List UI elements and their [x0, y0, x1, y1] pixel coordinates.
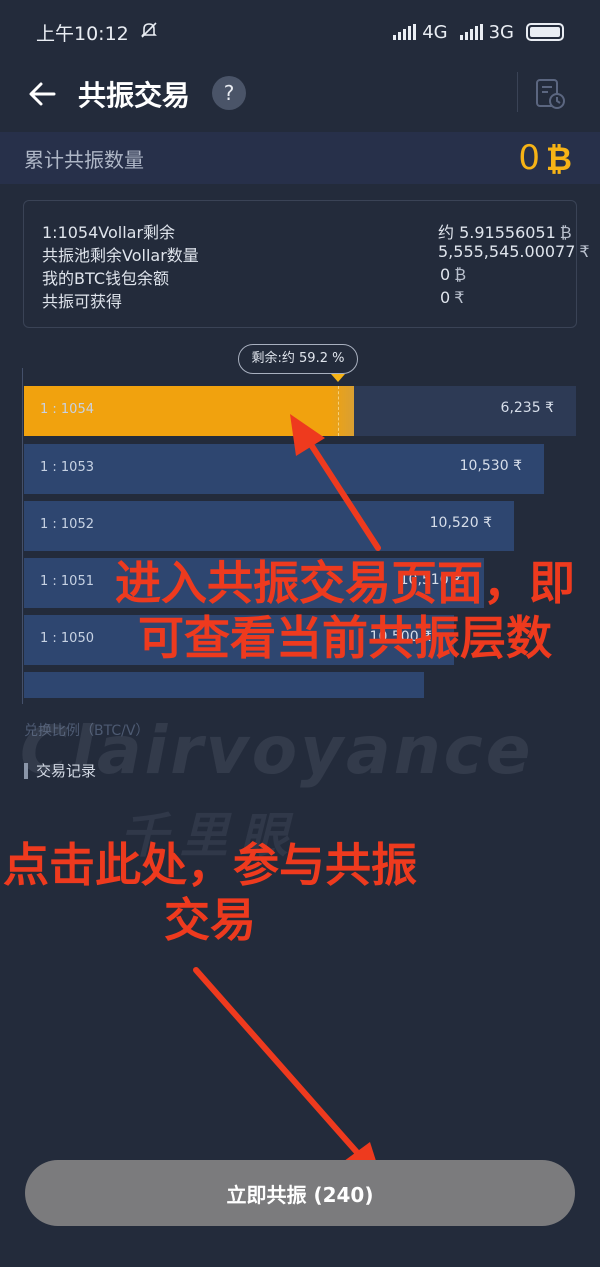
info-label: 共振池剩余Vollar数量: [42, 246, 199, 265]
mute-bell-icon: [139, 20, 159, 45]
vollar-icon: ₹: [545, 400, 554, 416]
level-bar[interactable]: 1 : 1052 10,520 ₹: [24, 501, 514, 551]
info-label: 共振可获得: [42, 292, 123, 311]
annotation-text: 进入共振交易页面，即可查看当前共振层数: [115, 556, 575, 666]
info-row: 共振可获得 0 ₹: [42, 288, 558, 311]
status-left: 上午10:12: [36, 19, 159, 46]
info-value: 0 ₹: [440, 288, 464, 307]
info-value: 5,555,545.00077 ₹: [438, 242, 590, 261]
remaining-pointer-icon: [331, 374, 345, 382]
chart-axis: [22, 368, 23, 704]
battery-icon: [526, 23, 564, 41]
level-bar-label: 1 : 1050: [40, 631, 94, 646]
resonate-now-button[interactable]: 立即共振 (240): [25, 1160, 575, 1226]
level-bar-value: 10,520 ₹: [430, 515, 492, 531]
back-arrow-icon[interactable]: [24, 76, 60, 112]
level-bar-label: 1 : 1052: [40, 517, 94, 532]
info-value: 约 5.91556051 ₿: [438, 219, 572, 243]
info-value: 0 ₿: [440, 265, 466, 285]
header-divider: [517, 72, 518, 112]
trade-records-label: 交易记录: [36, 762, 97, 780]
vollar-icon: ₹: [454, 288, 465, 307]
resonance-count-value: 0: [518, 138, 540, 178]
bitcoin-icon: ₿: [454, 265, 467, 284]
level-bar-label: 1 : 1051: [40, 574, 94, 589]
status-time: 上午10:12: [36, 22, 129, 45]
info-number: 5,555,545.00077: [438, 242, 576, 261]
info-number: 0: [440, 265, 451, 284]
status-bar: 上午10:12 4G 3G: [0, 0, 600, 64]
section-marker: [24, 762, 28, 779]
watermark-text: Clairvoyance: [20, 712, 534, 789]
level-bar-value: 10,530 ₹: [460, 458, 522, 474]
level-bar-label: 1 : 1054: [40, 402, 94, 417]
info-number: 约 5.91556051: [438, 223, 556, 242]
level-bar[interactable]: 1 : 1054 6,235 ₹: [24, 386, 576, 436]
signal-icon: [393, 24, 417, 40]
info-card: 1:1054Vollar剩余 约 5.91556051 ₿ 共振池剩余Vollar…: [23, 200, 590, 328]
info-row: 1:1054Vollar剩余 约 5.91556051 ₿: [42, 219, 572, 242]
status-right: 4G 3G: [393, 22, 564, 43]
remaining-pill: 剩余:约 59.2 %: [238, 344, 358, 374]
level-bar[interactable]: 1 : 1053 10,530 ₹: [24, 444, 544, 494]
annotation-text: 点击此处，参与共振交易: [3, 838, 417, 948]
level-bar-number: 6,235: [500, 400, 541, 416]
level-bar-fill-edge: [330, 386, 354, 436]
help-icon[interactable]: ?: [212, 76, 246, 110]
resonance-level-chart: 剩余:约 59.2 % 1 : 1054 6,235 ₹ 1 : 1053 10…: [0, 340, 600, 740]
page-title: 共振交易: [78, 79, 191, 112]
level-bar-number: 10,530: [459, 458, 509, 474]
vollar-icon: ₹: [483, 515, 492, 531]
trade-records-header[interactable]: 交易记录: [24, 760, 96, 781]
info-number: 0: [440, 288, 451, 307]
resonance-count-label: 累计共振数量: [24, 147, 144, 172]
header: 共振交易 ?: [0, 64, 600, 122]
bitcoin-icon: ₿: [559, 223, 572, 242]
resonance-count-bar: 累计共振数量 0 ₿: [0, 132, 600, 184]
signal-icon-2: [459, 24, 483, 40]
level-bar-value: 6,235 ₹: [501, 400, 554, 416]
level-bar-label: 1 : 1053: [40, 460, 94, 475]
network-type-1: 4G: [422, 21, 448, 43]
level-bar[interactable]: [24, 672, 424, 698]
info-label: 我的BTC钱包余额: [42, 269, 169, 288]
annotation-arrow-down: [193, 967, 384, 1186]
network-type-2: 3G: [488, 21, 514, 43]
history-record-icon[interactable]: [532, 76, 568, 112]
vollar-icon: ₹: [579, 242, 590, 261]
info-row: 我的BTC钱包余额 0 ₿: [42, 265, 558, 288]
bitcoin-icon: ₿: [545, 140, 572, 178]
info-label: 1:1054Vollar剩余: [42, 223, 176, 242]
vollar-icon: ₹: [513, 458, 522, 474]
remaining-marker: [338, 386, 339, 436]
level-bar-number: 10,520: [429, 515, 479, 531]
info-row: 共振池剩余Vollar数量 5,555,545.00077 ₹: [42, 242, 590, 265]
